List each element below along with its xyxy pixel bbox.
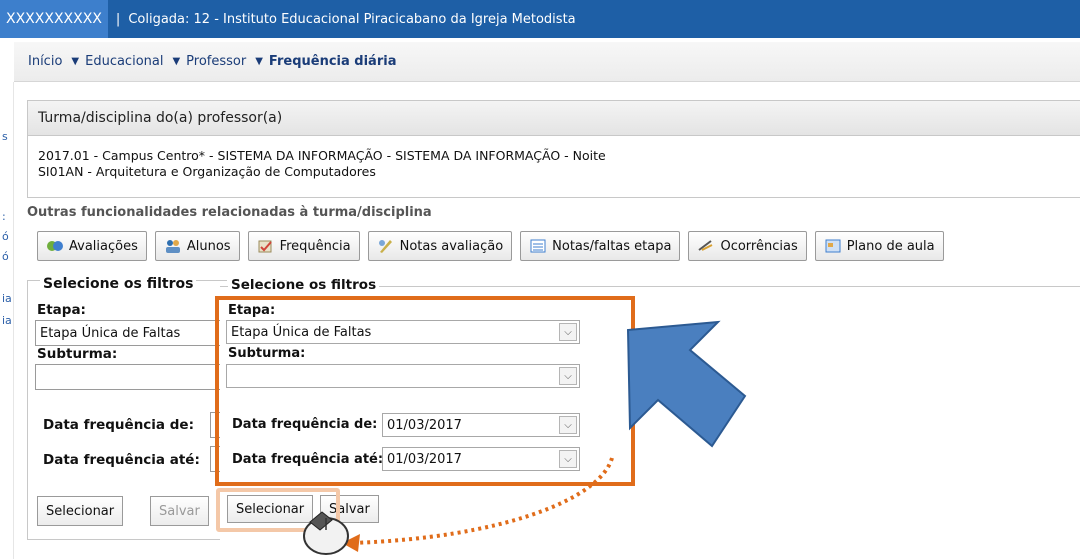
annotation-overlay — [303, 320, 747, 555]
mouse-cursor-icon — [303, 511, 349, 555]
dotted-arrow-path — [351, 457, 614, 545]
blue-arrow-icon — [626, 320, 747, 448]
